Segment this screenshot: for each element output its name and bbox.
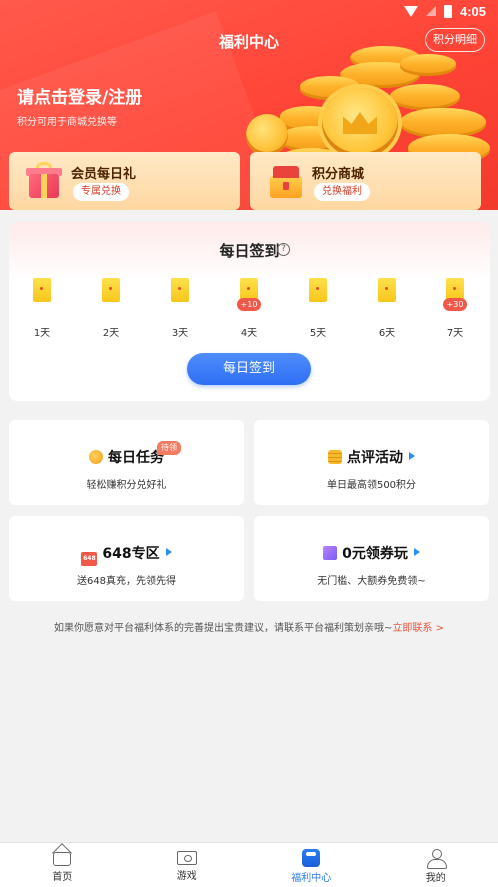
exchange-benefits-button[interactable]: 兑换福利 bbox=[314, 183, 370, 201]
game-icon bbox=[176, 851, 197, 865]
wifi-icon bbox=[403, 5, 418, 17]
nav-games[interactable]: 游戏 bbox=[125, 843, 250, 887]
day-label: 3天 bbox=[171, 328, 189, 339]
signin-title: 每日签到 bbox=[219, 242, 280, 260]
exclusive-exchange-button[interactable]: 专属兑换 bbox=[73, 183, 129, 201]
help-icon[interactable]: ? bbox=[277, 243, 290, 256]
signin-days: 1天 2天 3天 +10 4天 5天 6天 +30 7天 bbox=[9, 278, 490, 348]
status-bar: 4:05 bbox=[0, 0, 498, 22]
nav-label: 首页 bbox=[52, 872, 73, 883]
signin-day: 5天 bbox=[298, 278, 338, 339]
coins-icon bbox=[328, 450, 342, 464]
play-arrow-icon bbox=[413, 548, 420, 556]
member-daily-gift-card[interactable]: 会员每日礼 专属兑换 bbox=[9, 152, 240, 210]
points-detail-button[interactable]: 积分明细 bbox=[425, 28, 485, 52]
home-icon bbox=[53, 852, 72, 866]
nav-profile[interactable]: 我的 bbox=[374, 843, 498, 887]
task-title: 648 648专区 bbox=[9, 543, 244, 566]
signin-day: 1天 bbox=[22, 278, 62, 339]
day-label: 6天 bbox=[378, 328, 396, 339]
nav-home[interactable]: 首页 bbox=[0, 843, 125, 887]
task-subtitle: 无门槛、大额券免费领~ bbox=[317, 576, 426, 587]
red-envelope-icon bbox=[309, 278, 327, 302]
review-activity-card[interactable]: 点评活动 单日最高领500积分 bbox=[254, 420, 489, 505]
contact-now-link[interactable]: 立即联系 > bbox=[392, 623, 444, 634]
status-time: 4:05 bbox=[459, 3, 486, 19]
task-title: 0元领券玩 bbox=[254, 543, 489, 563]
nav-label: 福利中心 bbox=[291, 873, 332, 884]
signin-day: 3天 bbox=[160, 278, 200, 339]
bottom-navigation: 首页 游戏 福利中心 我的 bbox=[0, 842, 498, 887]
signin-day: +30 7天 bbox=[435, 278, 475, 339]
login-subtitle: 积分可用于商城兑换等 bbox=[17, 117, 117, 128]
red-envelope-icon bbox=[378, 278, 396, 302]
red-envelope-icon bbox=[33, 278, 51, 302]
648-zone-card[interactable]: 648 648专区 送648真充，先领先得 bbox=[9, 516, 244, 601]
play-arrow-icon bbox=[409, 452, 415, 460]
day-label: 7天 bbox=[446, 328, 464, 339]
medal-icon bbox=[89, 450, 103, 464]
daily-signin-button[interactable]: 每日签到 bbox=[187, 353, 311, 385]
ticket-icon bbox=[323, 546, 338, 560]
feedback-message: 如果你愿意对平台福利体系的完善提出宝贵建议，请联系平台福利策划亲哦~ bbox=[54, 623, 393, 634]
page-title: 福利中心 bbox=[218, 33, 279, 51]
login-register-link[interactable]: 请点击登录/注册 bbox=[17, 83, 142, 108]
bonus-badge: +30 bbox=[443, 298, 467, 311]
task-subtitle: 送648真充，先领先得 bbox=[76, 576, 177, 587]
battery-icon bbox=[443, 4, 452, 18]
profile-icon bbox=[426, 849, 447, 869]
task-subtitle: 单日最高领500积分 bbox=[326, 480, 417, 491]
signin-day: 2天 bbox=[91, 278, 131, 339]
day-label: 2天 bbox=[102, 328, 120, 339]
nav-label: 我的 bbox=[425, 873, 446, 884]
treasure-box-icon bbox=[264, 162, 306, 200]
points-mall-card[interactable]: 积分商城 兑换福利 bbox=[250, 152, 481, 210]
entry-title: 积分商城 bbox=[312, 167, 365, 182]
day-label: 5天 bbox=[309, 328, 327, 339]
free-coupon-card[interactable]: 0元领券玩 无门槛、大额券免费领~ bbox=[254, 516, 489, 601]
bonus-badge: +10 bbox=[237, 298, 261, 311]
play-arrow-icon bbox=[165, 548, 172, 556]
welfare-icon bbox=[302, 849, 321, 867]
daily-tasks-card[interactable]: 每日任务 待领 轻松赚积分兑好礼 bbox=[9, 420, 244, 505]
648-icon: 648 bbox=[81, 552, 98, 566]
task-title: 点评活动 bbox=[254, 447, 489, 467]
crown-coin-icon bbox=[322, 88, 398, 158]
nav-label: 游戏 bbox=[176, 871, 197, 882]
signin-day: 6天 bbox=[367, 278, 407, 339]
day-label: 4天 bbox=[240, 328, 258, 339]
signin-day: +10 4天 bbox=[229, 278, 269, 339]
no-signal-icon bbox=[425, 6, 436, 16]
red-envelope-icon bbox=[102, 278, 120, 302]
gift-icon bbox=[23, 162, 65, 200]
feedback-text: 如果你愿意对平台福利体系的完善提出宝贵建议，请联系平台福利策划亲哦~立即联系 > bbox=[0, 619, 498, 634]
task-subtitle: 轻松赚积分兑好礼 bbox=[86, 480, 167, 491]
pending-tag: 待领 bbox=[157, 441, 181, 455]
daily-signin-card: 每日签到 ? 1天 2天 3天 +10 4天 5天 6天 +30 7天 每日签到 bbox=[9, 222, 490, 401]
entry-title: 会员每日礼 bbox=[71, 167, 137, 182]
red-envelope-icon bbox=[171, 278, 189, 302]
nav-welfare-center[interactable]: 福利中心 bbox=[249, 843, 374, 887]
day-label: 1天 bbox=[33, 328, 51, 339]
task-title: 每日任务 bbox=[9, 447, 244, 467]
